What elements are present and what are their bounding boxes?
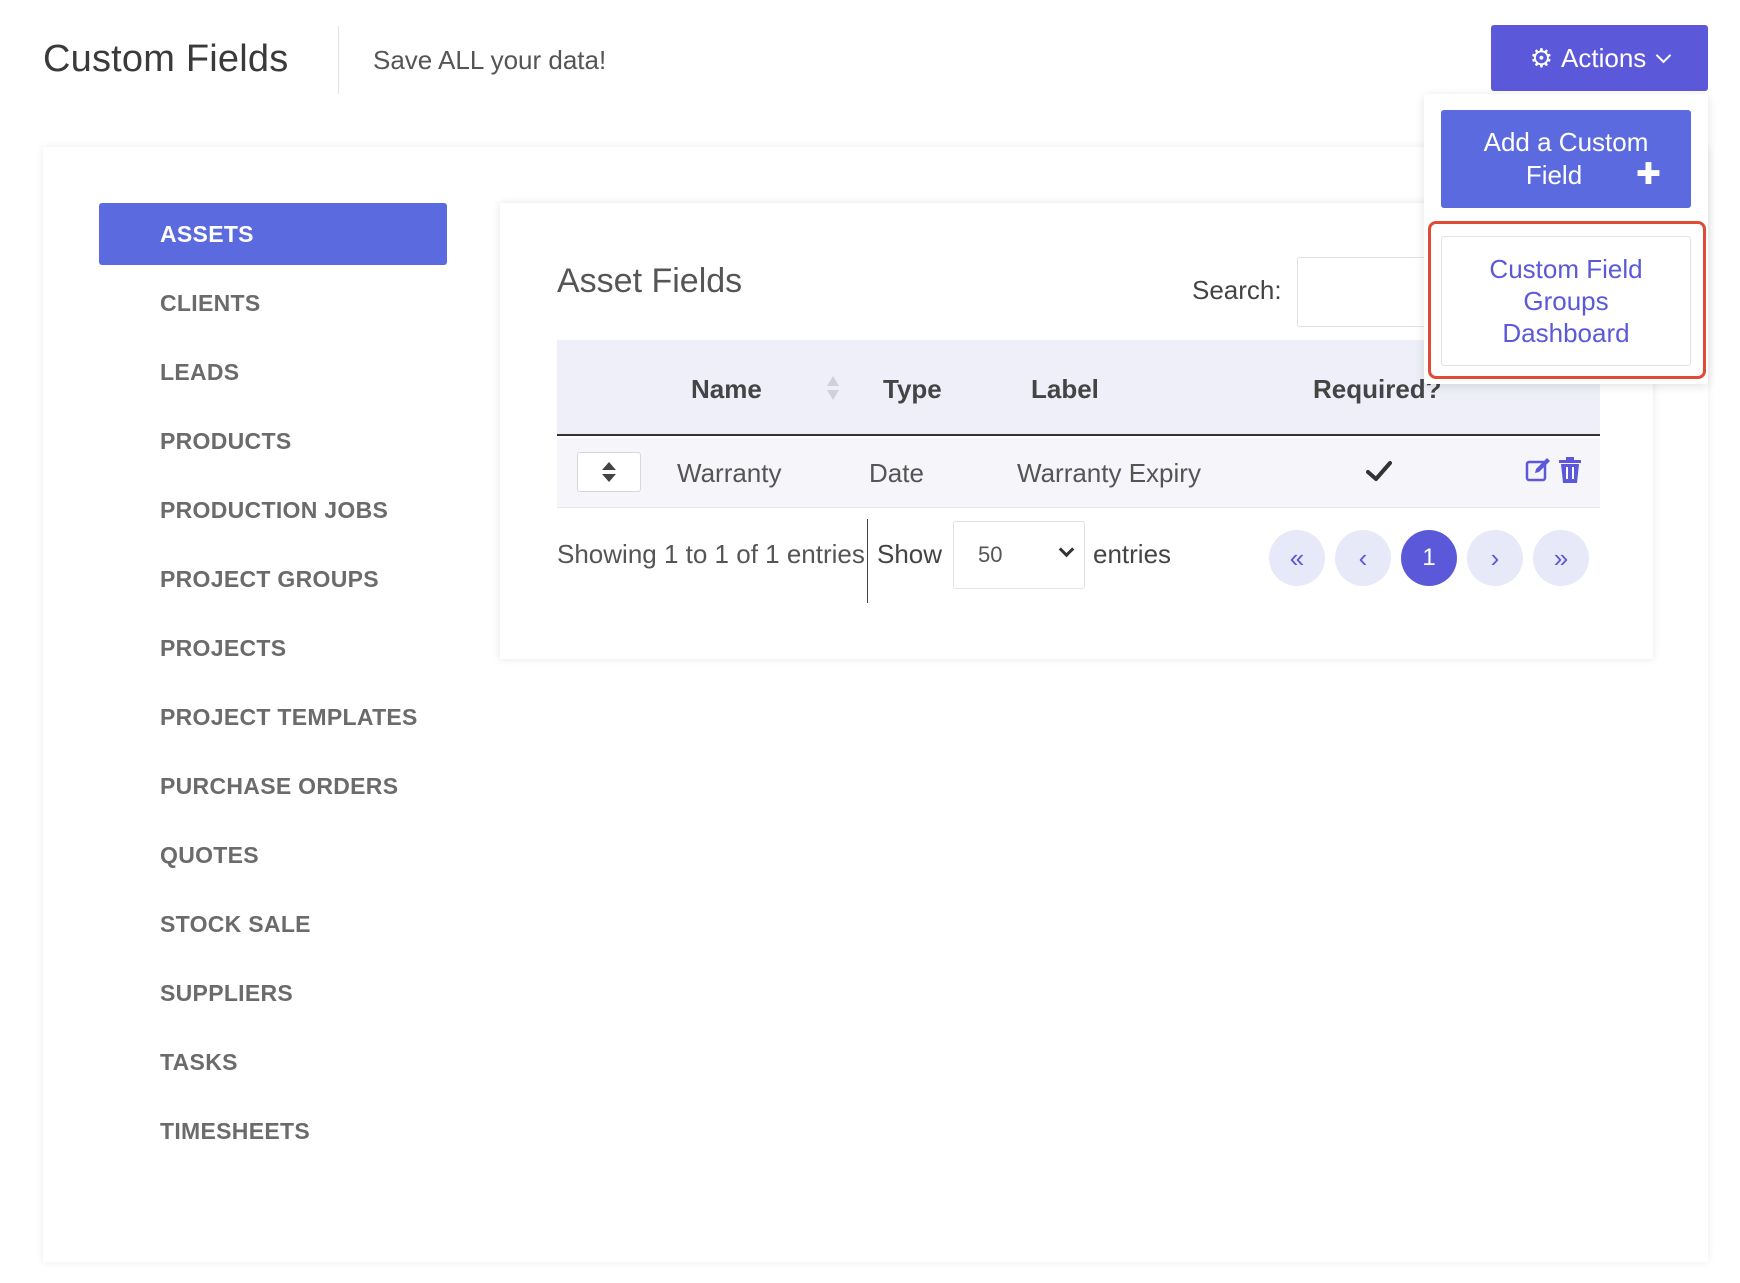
sidebar-item-assets[interactable]: ASSETS xyxy=(99,203,447,265)
cell-label: Warranty Expiry xyxy=(1017,458,1201,488)
plus-icon: ✚ xyxy=(1635,158,1661,191)
sort-icon[interactable] xyxy=(826,374,840,402)
cell-name: Warranty xyxy=(677,458,782,488)
sidebar-item-products[interactable]: PRODUCTS xyxy=(99,410,447,472)
page-1-button[interactable]: 1 xyxy=(1401,530,1457,586)
add-custom-field-button[interactable]: Add a Custom Field ✚ xyxy=(1441,110,1691,208)
dashboard-label-line3: Dashboard xyxy=(1502,318,1630,348)
sidebar-item-project-groups[interactable]: PROJECT GROUPS xyxy=(99,548,447,610)
footer-divider xyxy=(867,519,868,603)
cell-type: Date xyxy=(869,458,924,488)
last-page-button[interactable]: » xyxy=(1533,530,1589,586)
edit-icon[interactable] xyxy=(1525,456,1551,484)
chevron-down-icon xyxy=(1058,541,1075,558)
sidebar-item-tasks[interactable]: TASKS xyxy=(99,1031,447,1093)
dashboard-label-line1: Custom Field xyxy=(1489,254,1643,284)
actions-label: Actions xyxy=(1561,42,1647,73)
sidebar-item-purchase-orders[interactable]: PURCHASE ORDERS xyxy=(99,755,447,817)
sidebar-item-leads[interactable]: LEADS xyxy=(99,341,447,403)
check-icon xyxy=(1366,461,1392,481)
drag-handle[interactable] xyxy=(577,452,641,492)
search-label: Search: xyxy=(1192,275,1282,305)
page: Custom Fields Save ALL your data! ⚙ Acti… xyxy=(0,0,1740,1283)
add-custom-field-label-line1: Add a Custom xyxy=(1483,127,1649,157)
next-page-button[interactable]: › xyxy=(1467,530,1523,586)
chevron-down-icon xyxy=(1656,47,1672,63)
page-subtitle: Save ALL your data! xyxy=(373,45,607,75)
sidebar-item-clients[interactable]: CLIENTS xyxy=(99,272,447,334)
sidebar-item-timesheets[interactable]: TIMESHEETS xyxy=(99,1100,447,1162)
first-page-button[interactable]: « xyxy=(1269,530,1325,586)
sidebar-item-suppliers[interactable]: SUPPLIERS xyxy=(99,962,447,1024)
sidebar: ASSETS CLIENTS LEADS PRODUCTS PRODUCTION… xyxy=(99,203,447,1169)
section-title: Asset Fields xyxy=(557,262,743,300)
sidebar-item-quotes[interactable]: QUOTES xyxy=(99,824,447,886)
dashboard-label-line2: Groups xyxy=(1523,286,1609,316)
sort-handle-icon xyxy=(602,462,616,482)
actions-button[interactable]: ⚙ Actions xyxy=(1491,25,1708,91)
page-length-value: 50 xyxy=(978,542,1003,567)
page-title: Custom Fields xyxy=(43,38,289,80)
column-header-name[interactable]: Name xyxy=(691,374,762,405)
sidebar-item-production-jobs[interactable]: PRODUCTION JOBS xyxy=(99,479,447,541)
column-header-required[interactable]: Required? xyxy=(1313,374,1442,405)
gear-icon: ⚙ xyxy=(1529,43,1554,73)
sidebar-item-stock-sale[interactable]: STOCK SALE xyxy=(99,893,447,955)
prev-page-button[interactable]: ‹ xyxy=(1335,530,1391,586)
title-divider xyxy=(338,26,339,94)
show-label: Show xyxy=(877,539,943,569)
custom-field-groups-dashboard-button[interactable]: Custom Field Groups Dashboard xyxy=(1441,236,1691,366)
column-header-type[interactable]: Type xyxy=(883,374,942,405)
column-header-label[interactable]: Label xyxy=(1031,374,1099,405)
table-info: Showing 1 to 1 of 1 entries xyxy=(557,539,865,569)
sidebar-item-projects[interactable]: PROJECTS xyxy=(99,617,447,679)
table-row: Warranty Date Warranty Expiry xyxy=(557,438,1600,508)
trash-icon[interactable] xyxy=(1557,456,1583,484)
sidebar-item-project-templates[interactable]: PROJECT TEMPLATES xyxy=(99,686,447,748)
page-length-select[interactable]: 50 xyxy=(953,521,1085,589)
entries-label: entries xyxy=(1093,539,1172,569)
